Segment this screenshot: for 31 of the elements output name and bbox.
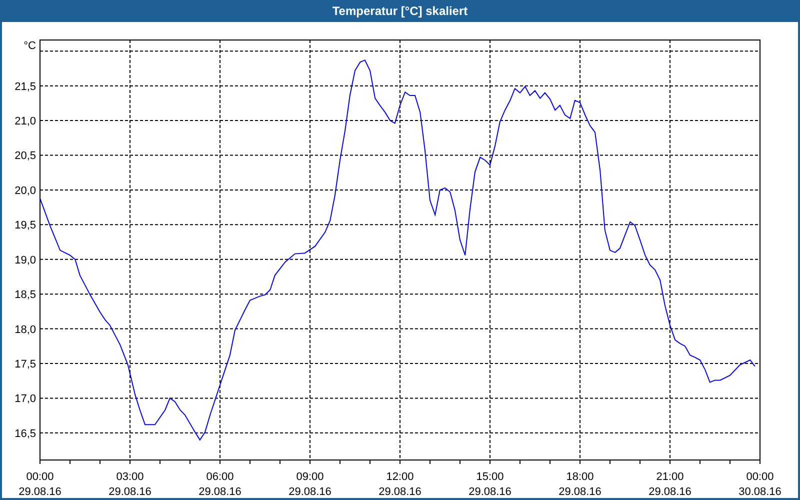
y-tick-label: 16,5 — [14, 428, 36, 440]
x-tick-label: 21:00 — [656, 471, 684, 483]
x-tick-label: 12:00 — [386, 471, 414, 483]
y-tick-label: 18,0 — [14, 324, 36, 336]
y-tick-label: 21,5 — [14, 80, 36, 93]
x-date-label: 29.08.16 — [198, 486, 242, 498]
x-date-label: 29.08.16 — [108, 486, 152, 498]
y-tick-label: 19,0 — [14, 254, 36, 266]
y-tick-label: 17,5 — [14, 358, 36, 370]
window-title: Temperatur [°C] skaliert — [332, 3, 468, 20]
x-tick-label: 06:00 — [206, 471, 234, 483]
x-date-label: 29.08.16 — [288, 486, 332, 498]
y-tick-label: 21,0 — [14, 116, 36, 128]
y-tick-label: 18,5 — [14, 289, 36, 302]
x-date-label: 30.08.16 — [738, 486, 782, 498]
x-tick-label: 00:00 — [746, 471, 774, 483]
y-tick-label: 20,0 — [14, 184, 36, 197]
x-tick-label: 00:00 — [26, 471, 54, 483]
y-tick-label: 20,5 — [14, 150, 36, 162]
x-date-label: 29.08.16 — [18, 486, 62, 498]
x-date-label: 29.08.16 — [558, 486, 602, 498]
x-tick-label: 03:00 — [116, 471, 144, 483]
y-tick-label: 19,5 — [14, 220, 36, 232]
x-date-label: 29.08.16 — [468, 486, 512, 498]
x-tick-label: 18:00 — [566, 471, 594, 483]
x-tick-label: 09:00 — [296, 471, 324, 483]
x-date-label: 29.08.16 — [378, 486, 422, 498]
x-tick-label: 15:00 — [476, 471, 504, 483]
y-tick-label: 17,0 — [14, 393, 36, 406]
y-axis-unit: °C — [24, 40, 36, 52]
x-date-label: 29.08.16 — [648, 486, 692, 498]
